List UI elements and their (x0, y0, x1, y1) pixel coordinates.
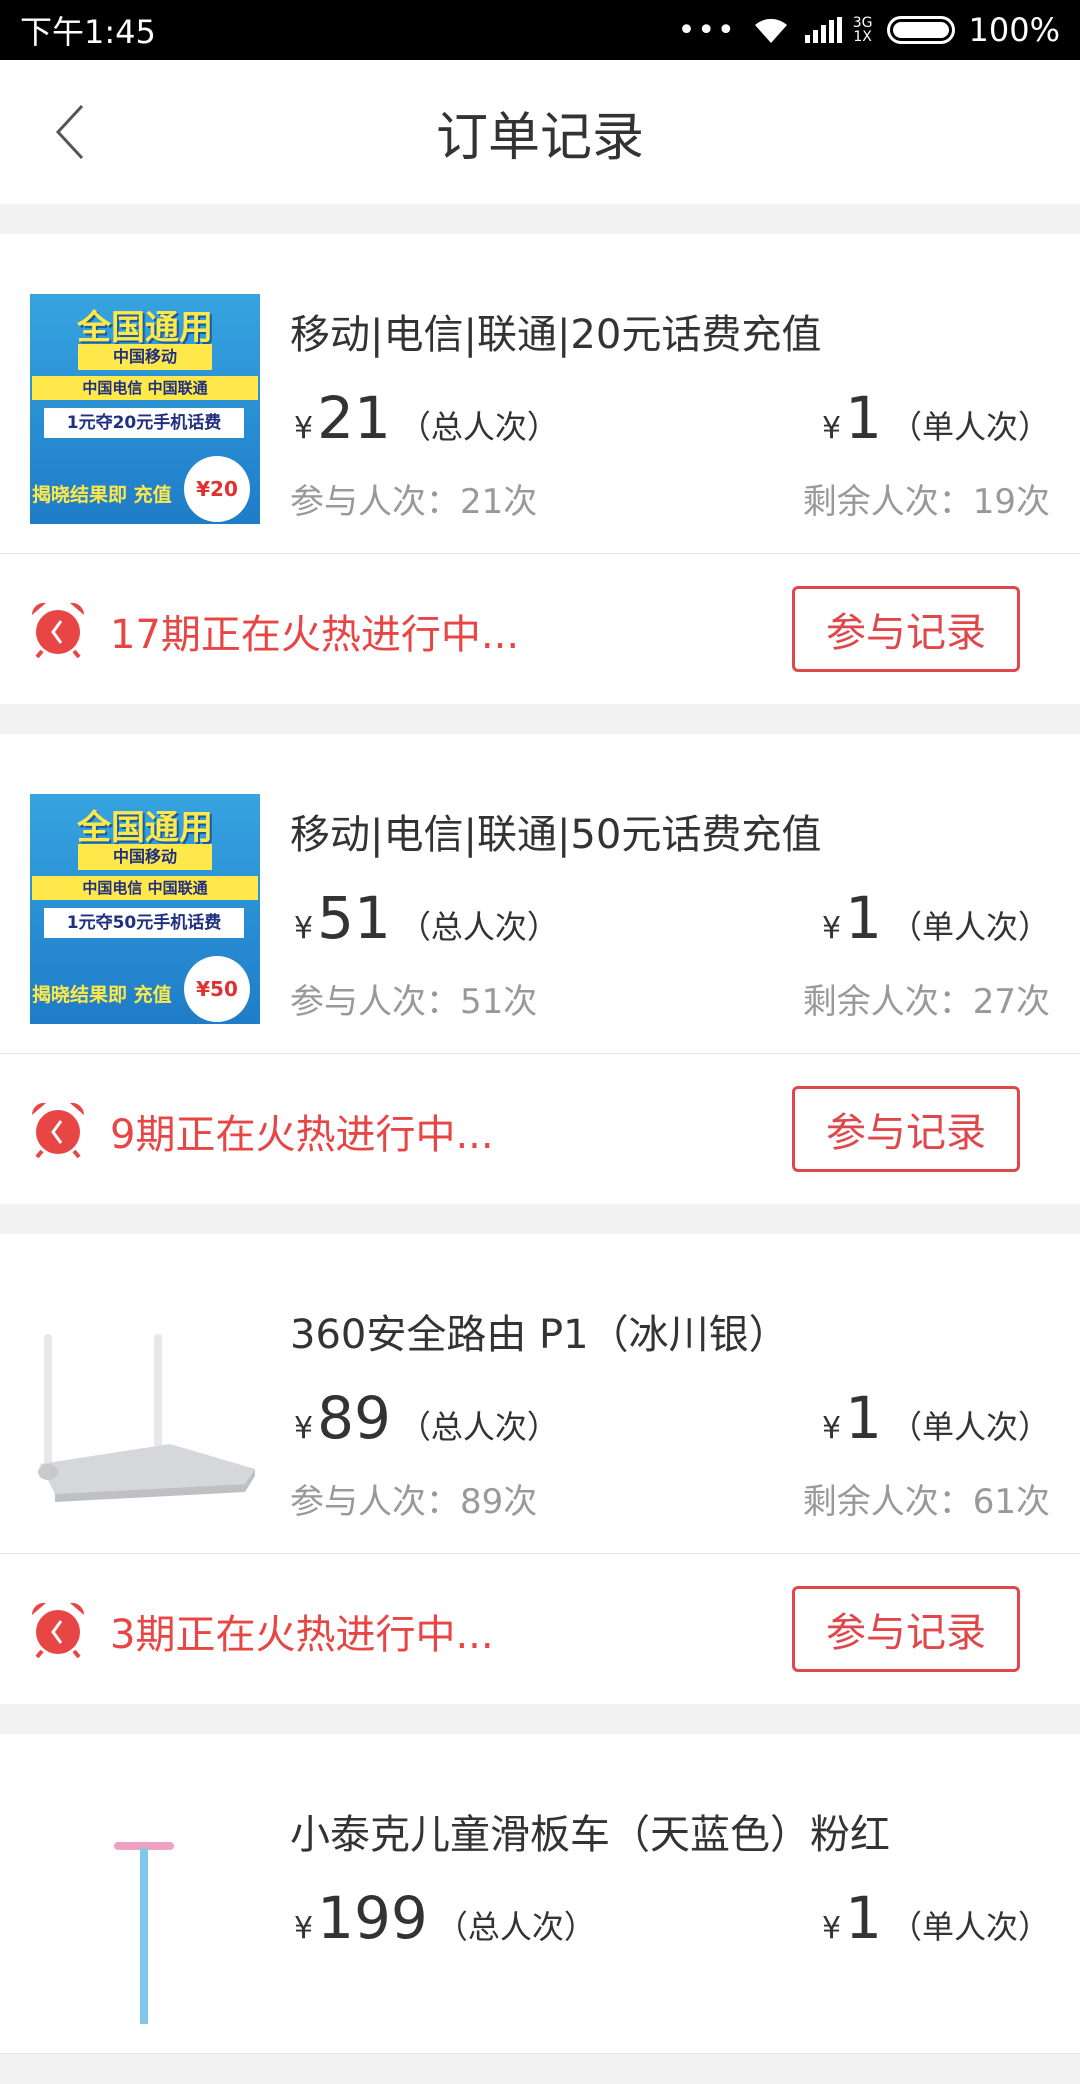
total-price: ¥ 21 （总人次） (294, 384, 559, 452)
signal-icon (804, 17, 845, 43)
single-unit: （单人次） (889, 1408, 1050, 1446)
network-type: 3G 1X (853, 16, 873, 44)
single-price: ¥ 1 （单人次） (822, 384, 1050, 452)
yen-symbol: ¥ (821, 911, 842, 946)
participated-count: 参与人次：21次 (290, 482, 538, 522)
product-name: 移动|电信|联通|20元话费充值 (290, 312, 822, 358)
participated-count: 参与人次：89次 (290, 1482, 538, 1522)
single-value: 1 (845, 884, 882, 952)
order-card-info[interactable]: 全国通用 中国移动 中国电信 中国联通 1元夺20元手机话费 揭晓结果即 充值 … (0, 234, 1080, 554)
thumb-carrier-mobile: 中国移动 (78, 844, 212, 870)
network-type-bottom: 1X (853, 29, 872, 45)
order-card-info[interactable]: 360安全路由 P1（冰川银） ¥ 89 （总人次） ¥ 1 （单人次） 参与人… (0, 1234, 1080, 1554)
participation-record-button[interactable]: 参与记录 (792, 586, 1020, 672)
battery-percent: 100% (968, 11, 1060, 49)
wifi-icon (751, 15, 791, 45)
period-status: 17期正在火热进行中... (110, 612, 520, 658)
network-type-top: 3G (852, 15, 873, 31)
chevron-left-icon (55, 104, 84, 160)
thumb-offer: 1元夺50元手机话费 (44, 908, 244, 938)
total-value: 89 (317, 1384, 391, 1452)
product-thumbnail: 全国通用 中国移动 中国电信 中国联通 1元夺50元手机话费 揭晓结果即 充值 … (30, 794, 260, 1024)
single-unit: （单人次） (889, 1908, 1050, 1946)
single-value: 1 (845, 384, 882, 452)
remaining-count: 剩余人次：61次 (802, 1482, 1050, 1522)
total-price: ¥ 199 （总人次） (294, 1884, 596, 1952)
total-value: 51 (317, 884, 391, 952)
header: 订单记录 (0, 60, 1080, 204)
product-thumbnail (30, 1294, 260, 1524)
yen-symbol: ¥ (294, 911, 314, 946)
scooter-image (114, 1842, 174, 2024)
router-image (38, 1334, 255, 1502)
yen-symbol: ¥ (821, 1411, 842, 1446)
thumb-price-badge: ¥50 (184, 956, 250, 1022)
order-card-status: 3期正在火热进行中... 参与记录 (0, 1554, 1080, 1704)
yen-symbol: ¥ (821, 1911, 842, 1946)
alarm-clock-icon (31, 602, 85, 659)
order-card[interactable]: 360安全路由 P1（冰川银） ¥ 89 （总人次） ¥ 1 （单人次） 参与人… (0, 1234, 1080, 1704)
order-card-info[interactable]: 全国通用 中国移动 中国电信 中国联通 1元夺50元手机话费 揭晓结果即 充值 … (0, 734, 1080, 1054)
product-name: 移动|电信|联通|50元话费充值 (290, 812, 822, 858)
status-bar: 下午1:45 ••• 3G 1X 100% (0, 0, 1080, 60)
order-list: 全国通用 中国移动 中国电信 中国联通 1元夺20元手机话费 揭晓结果即 充值 … (0, 234, 1080, 2084)
total-price: ¥ 89 （总人次） (294, 1384, 559, 1452)
yen-symbol: ¥ (294, 411, 314, 446)
order-card[interactable]: 小泰克儿童滑板车（天蓝色）粉红 ¥ 199 （总人次） ¥ 1 （单人次） (0, 1734, 1080, 2054)
total-value: 21 (317, 384, 391, 452)
thumb-note: 揭晓结果即 充值 (32, 484, 172, 506)
single-unit: （单人次） (889, 408, 1050, 446)
total-unit: （总人次） (398, 408, 559, 446)
order-card[interactable]: 全国通用 中国移动 中国电信 中国联通 1元夺20元手机话费 揭晓结果即 充值 … (0, 234, 1080, 704)
total-unit: （总人次） (398, 1408, 559, 1446)
order-card-info[interactable]: 小泰克儿童滑板车（天蓝色）粉红 ¥ 199 （总人次） ¥ 1 （单人次） (0, 1734, 1080, 2054)
single-value: 1 (845, 1384, 882, 1452)
product-thumbnail: 全国通用 中国移动 中国电信 中国联通 1元夺20元手机话费 揭晓结果即 充值 … (30, 294, 260, 524)
remaining-count: 剩余人次：19次 (802, 482, 1050, 522)
status-time: 下午1:45 (20, 13, 156, 51)
thumb-offer: 1元夺20元手机话费 (44, 408, 244, 438)
thumb-carriers: 中国电信 中国联通 (32, 376, 258, 400)
participation-record-button[interactable]: 参与记录 (792, 1086, 1020, 1172)
battery-icon (886, 16, 955, 44)
yen-symbol: ¥ (821, 411, 842, 446)
period-status: 9期正在火热进行中... (110, 1112, 494, 1158)
order-card[interactable]: 全国通用 中国移动 中国电信 中国联通 1元夺50元手机话费 揭晓结果即 充值 … (0, 734, 1080, 1204)
order-card-status: 9期正在火热进行中... 参与记录 (0, 1054, 1080, 1204)
product-name: 360安全路由 P1（冰川银） (290, 1312, 789, 1358)
product-name: 小泰克儿童滑板车（天蓝色）粉红 (290, 1812, 890, 1858)
thumb-headline: 全国通用 (77, 308, 213, 348)
thumb-note: 揭晓结果即 充值 (32, 984, 172, 1006)
order-card-status: 17期正在火热进行中... 参与记录 (0, 554, 1080, 704)
total-unit: （总人次） (398, 908, 559, 946)
more-dots: ••• (677, 12, 737, 48)
yen-symbol: ¥ (294, 1911, 314, 1946)
total-unit: （总人次） (435, 1908, 596, 1946)
status-icons: ••• 3G 1X 100% (678, 11, 1060, 49)
remaining-count: 剩余人次：27次 (802, 982, 1050, 1022)
yen-symbol: ¥ (294, 1411, 314, 1446)
alarm-clock-icon (31, 1602, 85, 1659)
single-price: ¥ 1 （单人次） (822, 1384, 1050, 1452)
participation-record-button[interactable]: 参与记录 (792, 1586, 1020, 1672)
page-title: 订单记录 (435, 107, 644, 168)
total-value: 199 (317, 1884, 428, 1952)
single-price: ¥ 1 （单人次） (822, 1884, 1050, 1952)
total-price: ¥ 51 （总人次） (294, 884, 559, 952)
back-button[interactable] (40, 96, 100, 168)
single-value: 1 (845, 1884, 882, 1952)
single-price: ¥ 1 （单人次） (822, 884, 1050, 952)
single-unit: （单人次） (889, 908, 1050, 946)
product-thumbnail (30, 1794, 260, 2024)
participated-count: 参与人次：51次 (290, 982, 538, 1022)
thumb-price-badge: ¥20 (184, 456, 250, 522)
thumb-headline: 全国通用 (77, 808, 213, 848)
thumb-carrier-mobile: 中国移动 (78, 344, 212, 370)
alarm-clock-icon (31, 1102, 85, 1159)
thumb-carriers: 中国电信 中国联通 (32, 876, 258, 900)
period-status: 3期正在火热进行中... (110, 1612, 494, 1658)
